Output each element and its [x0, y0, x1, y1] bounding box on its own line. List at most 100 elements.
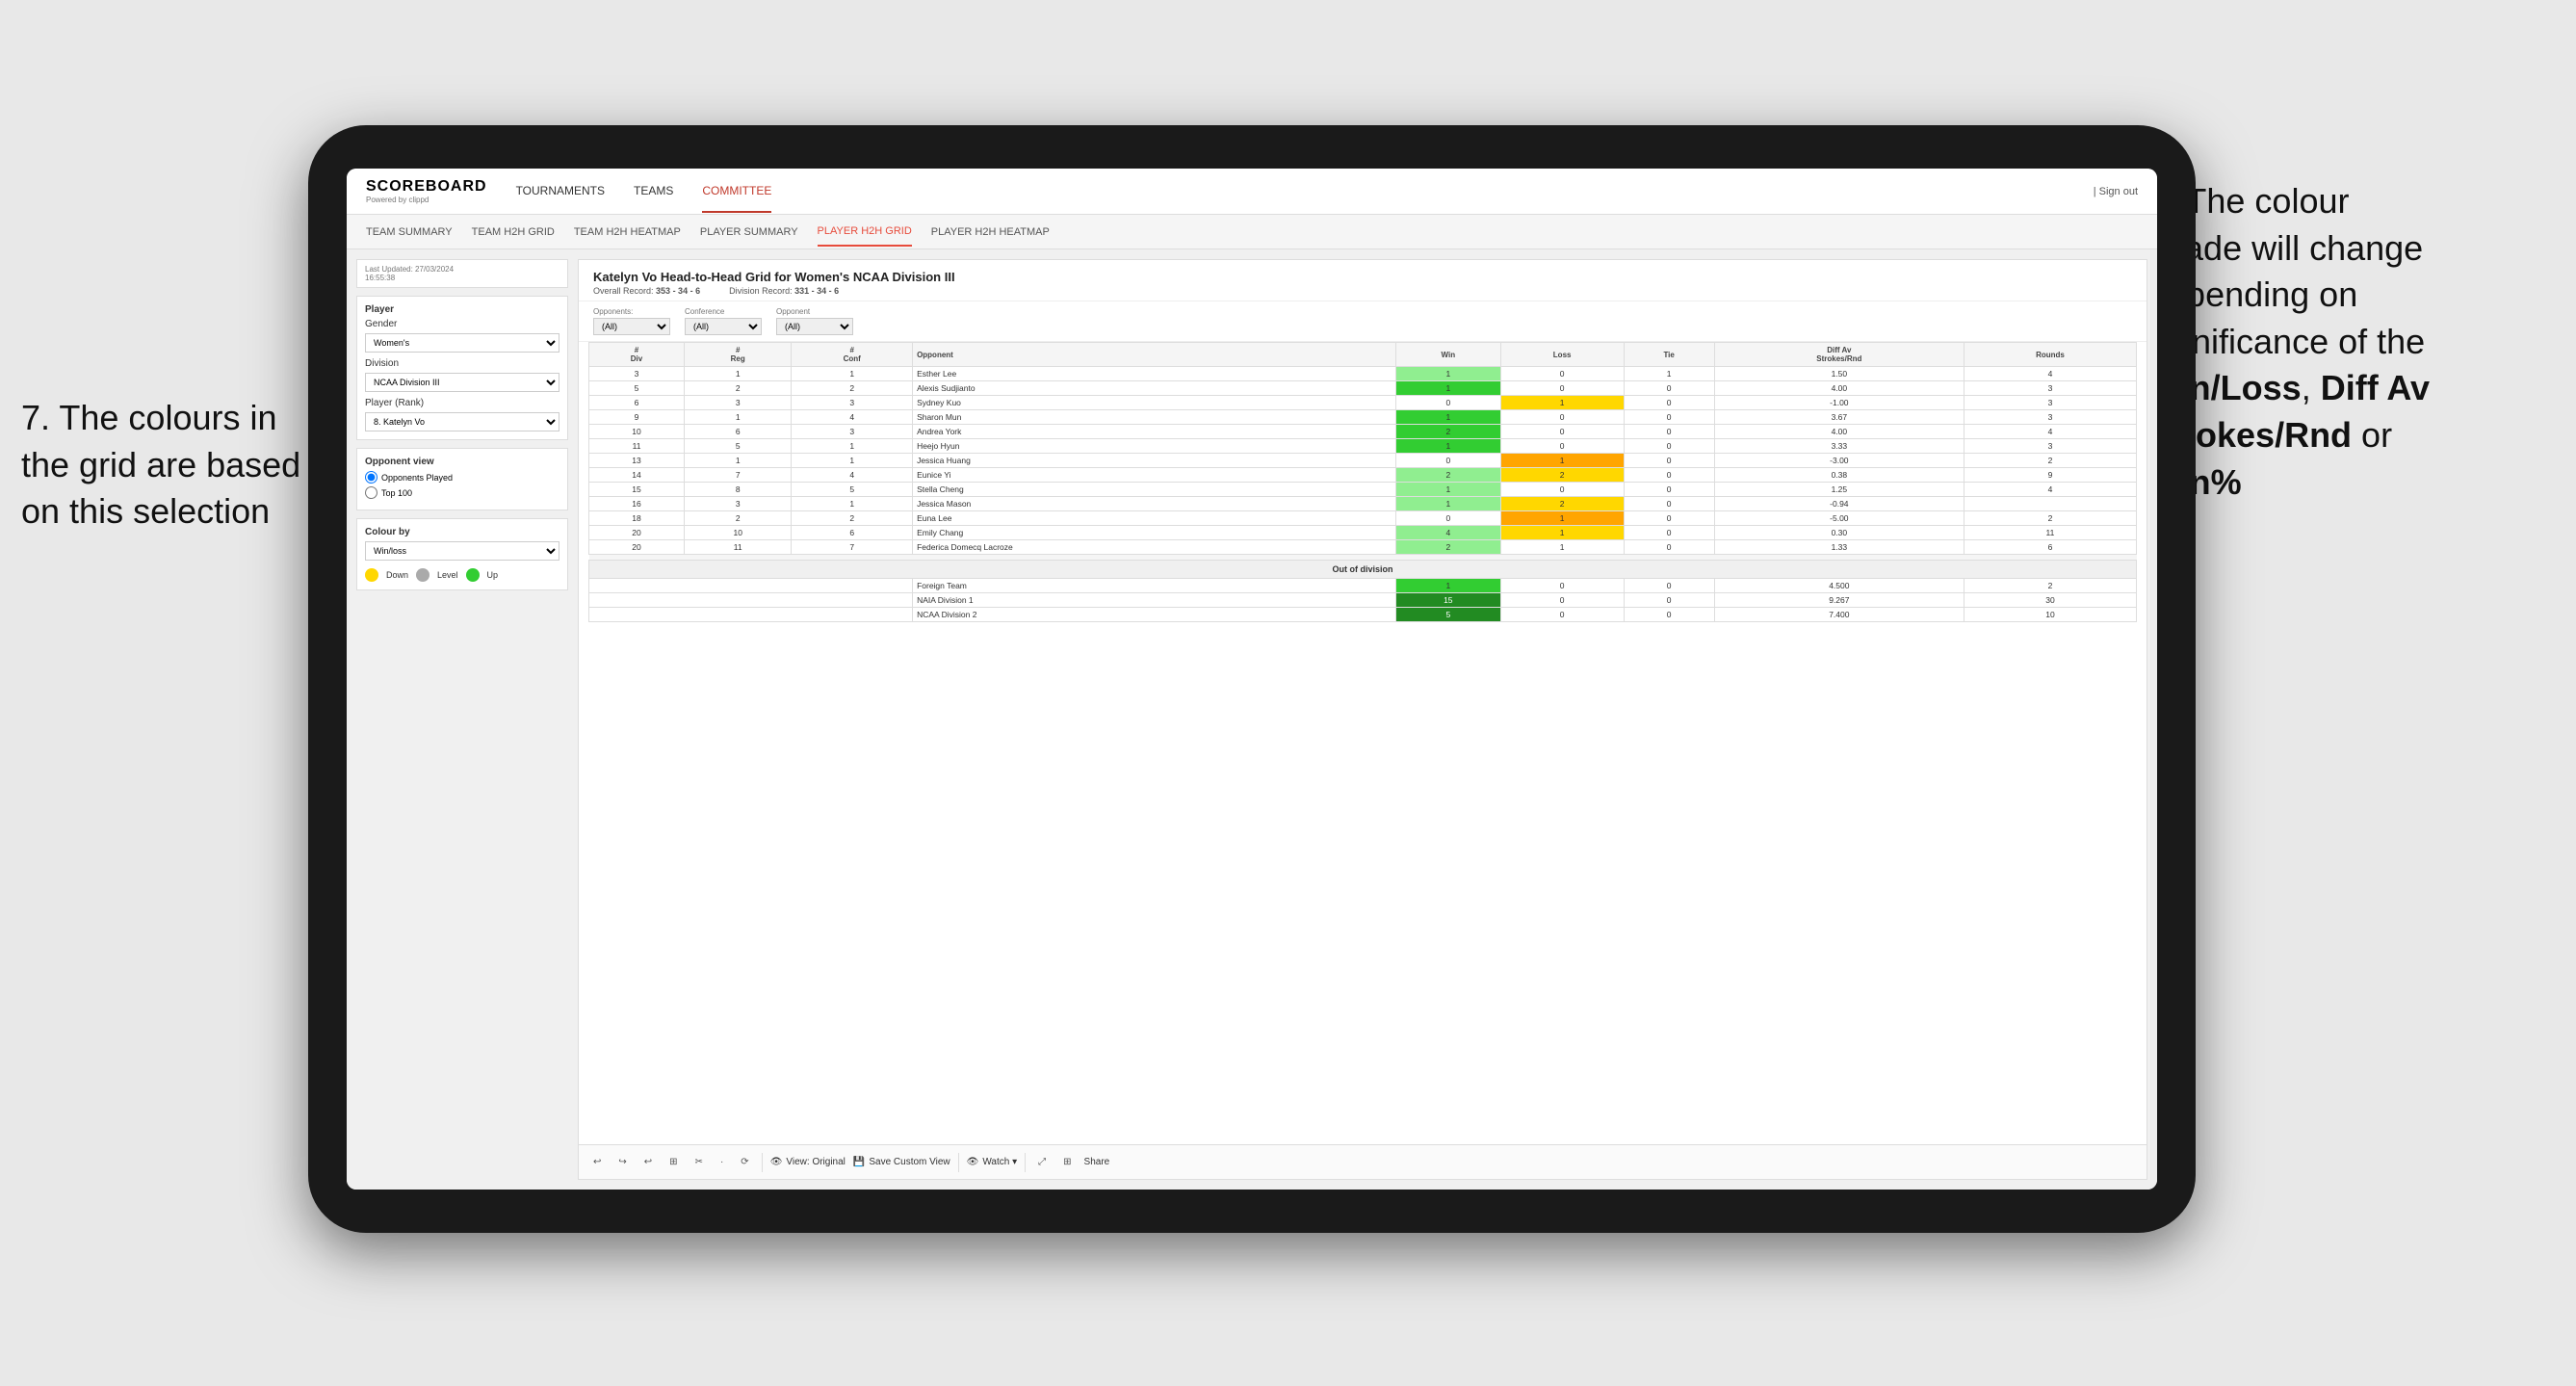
- cell-tie: 0: [1624, 454, 1714, 468]
- cell-win: 0: [1395, 511, 1500, 526]
- cell-div: 3: [589, 367, 685, 381]
- view-original-button[interactable]: 👁 View: Original: [770, 1157, 846, 1167]
- grid-header: Katelyn Vo Head-to-Head Grid for Women's…: [579, 260, 2147, 301]
- player-rank-select[interactable]: 8. Katelyn Vo: [365, 412, 559, 431]
- cell-conf: 1: [792, 367, 913, 381]
- cell-loss: 1: [1500, 526, 1624, 540]
- expand-button[interactable]: ⤢: [1033, 1154, 1051, 1170]
- cell-tie: 0: [1624, 439, 1714, 454]
- cell-div: 18: [589, 511, 685, 526]
- sec-nav-team-h2h-heatmap[interactable]: TEAM H2H HEATMAP: [574, 219, 681, 246]
- colour-by-select[interactable]: Win/loss: [365, 541, 559, 561]
- cell-win: 1: [1395, 579, 1500, 593]
- cell-loss: 1: [1500, 454, 1624, 468]
- cell-conf: 1: [792, 439, 913, 454]
- cell-diff: -5.00: [1714, 511, 1964, 526]
- cell-diff: 4.00: [1714, 425, 1964, 439]
- cell-reg: 2: [685, 381, 792, 396]
- cell-conf: 1: [792, 454, 913, 468]
- nav-right: | Sign out: [2094, 186, 2138, 197]
- cell-div: 16: [589, 497, 685, 511]
- col-reg: #Reg: [685, 343, 792, 367]
- cut-button[interactable]: ✂: [690, 1154, 708, 1170]
- opponent-view-label: Opponent view: [365, 457, 559, 467]
- redo-button[interactable]: ↪: [613, 1154, 631, 1170]
- cell-conf: 4: [792, 468, 913, 483]
- nav-teams[interactable]: TEAMS: [634, 170, 673, 213]
- cell-reg: 5: [685, 439, 792, 454]
- cell-rounds: 3: [1964, 410, 2136, 425]
- cell-win: 0: [1395, 454, 1500, 468]
- radio-top100-input[interactable]: [365, 486, 377, 499]
- table-row: 18 2 2 Euna Lee 0 1 0 -5.00 2: [589, 511, 2137, 526]
- cell-diff: -0.94: [1714, 497, 1964, 511]
- logo-sub: Powered by clippd: [366, 196, 487, 204]
- cell-div: [589, 593, 913, 608]
- tablet-screen: SCOREBOARD Powered by clippd TOURNAMENTS…: [347, 169, 2157, 1190]
- cell-diff: 3.33: [1714, 439, 1964, 454]
- nav-committee[interactable]: COMMITTEE: [702, 170, 771, 213]
- division-select[interactable]: NCAA Division III: [365, 373, 559, 392]
- cell-tie: 0: [1624, 483, 1714, 497]
- cell-div: 10: [589, 425, 685, 439]
- table-row: 14 7 4 Eunice Yi 2 2 0 0.38 9: [589, 468, 2137, 483]
- cell-diff: 3.67: [1714, 410, 1964, 425]
- col-loss: Loss: [1500, 343, 1624, 367]
- cell-reg: 3: [685, 497, 792, 511]
- cell-loss: 0: [1500, 483, 1624, 497]
- legend-up-dot: [466, 568, 480, 582]
- sec-nav-team-summary[interactable]: TEAM SUMMARY: [366, 219, 453, 246]
- sec-nav-player-summary[interactable]: PLAYER SUMMARY: [700, 219, 798, 246]
- cell-reg: 10: [685, 526, 792, 540]
- secondary-nav: TEAM SUMMARY TEAM H2H GRID TEAM H2H HEAT…: [347, 215, 2157, 249]
- nav-sign-out[interactable]: | Sign out: [2094, 186, 2138, 197]
- cell-diff: 4.00: [1714, 381, 1964, 396]
- nav-tournaments[interactable]: TOURNAMENTS: [516, 170, 605, 213]
- col-rounds: Rounds: [1964, 343, 2136, 367]
- filter-opponents: Opponents: (All): [593, 307, 670, 335]
- filter-opponents-select[interactable]: (All): [593, 318, 670, 335]
- cell-loss: 1: [1500, 511, 1624, 526]
- cell-opponent: Eunice Yi: [913, 468, 1396, 483]
- player-label: Player: [365, 304, 559, 315]
- table-row: 16 3 1 Jessica Mason 1 2 0 -0.94: [589, 497, 2137, 511]
- radio-opponents-played-input[interactable]: [365, 471, 377, 484]
- legend-row: Down Level Up: [365, 568, 559, 582]
- sec-nav-player-h2h-heatmap[interactable]: PLAYER H2H HEATMAP: [931, 219, 1050, 246]
- grid-records: Overall Record: 353 - 34 - 6 Division Re…: [593, 286, 2132, 296]
- dot-button[interactable]: ·: [716, 1154, 728, 1170]
- cell-div: 11: [589, 439, 685, 454]
- cell-loss: 2: [1500, 468, 1624, 483]
- cell-reg: 11: [685, 540, 792, 555]
- grid-button[interactable]: ⊞: [664, 1154, 682, 1170]
- back-button[interactable]: ↩: [639, 1154, 657, 1170]
- filter-conference-label: Conference: [685, 307, 762, 316]
- save-custom-view-button[interactable]: 💾 Save Custom View: [853, 1157, 950, 1167]
- sec-nav-player-h2h-grid[interactable]: PLAYER H2H GRID: [818, 218, 912, 247]
- share-button[interactable]: Share: [1084, 1157, 1110, 1167]
- refresh-button[interactable]: ⟳: [736, 1154, 753, 1170]
- right-panel: Katelyn Vo Head-to-Head Grid for Women's…: [578, 259, 2147, 1180]
- legend-down-dot: [365, 568, 378, 582]
- cell-diff: 0.38: [1714, 468, 1964, 483]
- undo-button[interactable]: ↩: [588, 1154, 606, 1170]
- filter-opponent-select[interactable]: (All): [776, 318, 853, 335]
- main-content: Last Updated: 27/03/2024 16:55:38 Player…: [347, 249, 2157, 1190]
- filter-conference-select[interactable]: (All): [685, 318, 762, 335]
- cell-div: 13: [589, 454, 685, 468]
- view-original-label: View: Original: [786, 1157, 846, 1167]
- cell-rounds: 6: [1964, 540, 2136, 555]
- cell-loss: 0: [1500, 439, 1624, 454]
- cell-loss: 0: [1500, 579, 1624, 593]
- cell-win: 0: [1395, 396, 1500, 410]
- sec-nav-team-h2h-grid[interactable]: TEAM H2H GRID: [472, 219, 555, 246]
- cell-conf: 2: [792, 381, 913, 396]
- cell-opponent: Esther Lee: [913, 367, 1396, 381]
- watch-button[interactable]: 👁 Watch ▾: [967, 1157, 1017, 1167]
- cell-opponent: Heejo Hyun: [913, 439, 1396, 454]
- grid2-button[interactable]: ⊞: [1058, 1154, 1076, 1170]
- gender-select[interactable]: Women's: [365, 333, 559, 353]
- cell-loss: 0: [1500, 593, 1624, 608]
- separator-1: [762, 1153, 763, 1172]
- table-row: 5 2 2 Alexis Sudjianto 1 0 0 4.00 3: [589, 381, 2137, 396]
